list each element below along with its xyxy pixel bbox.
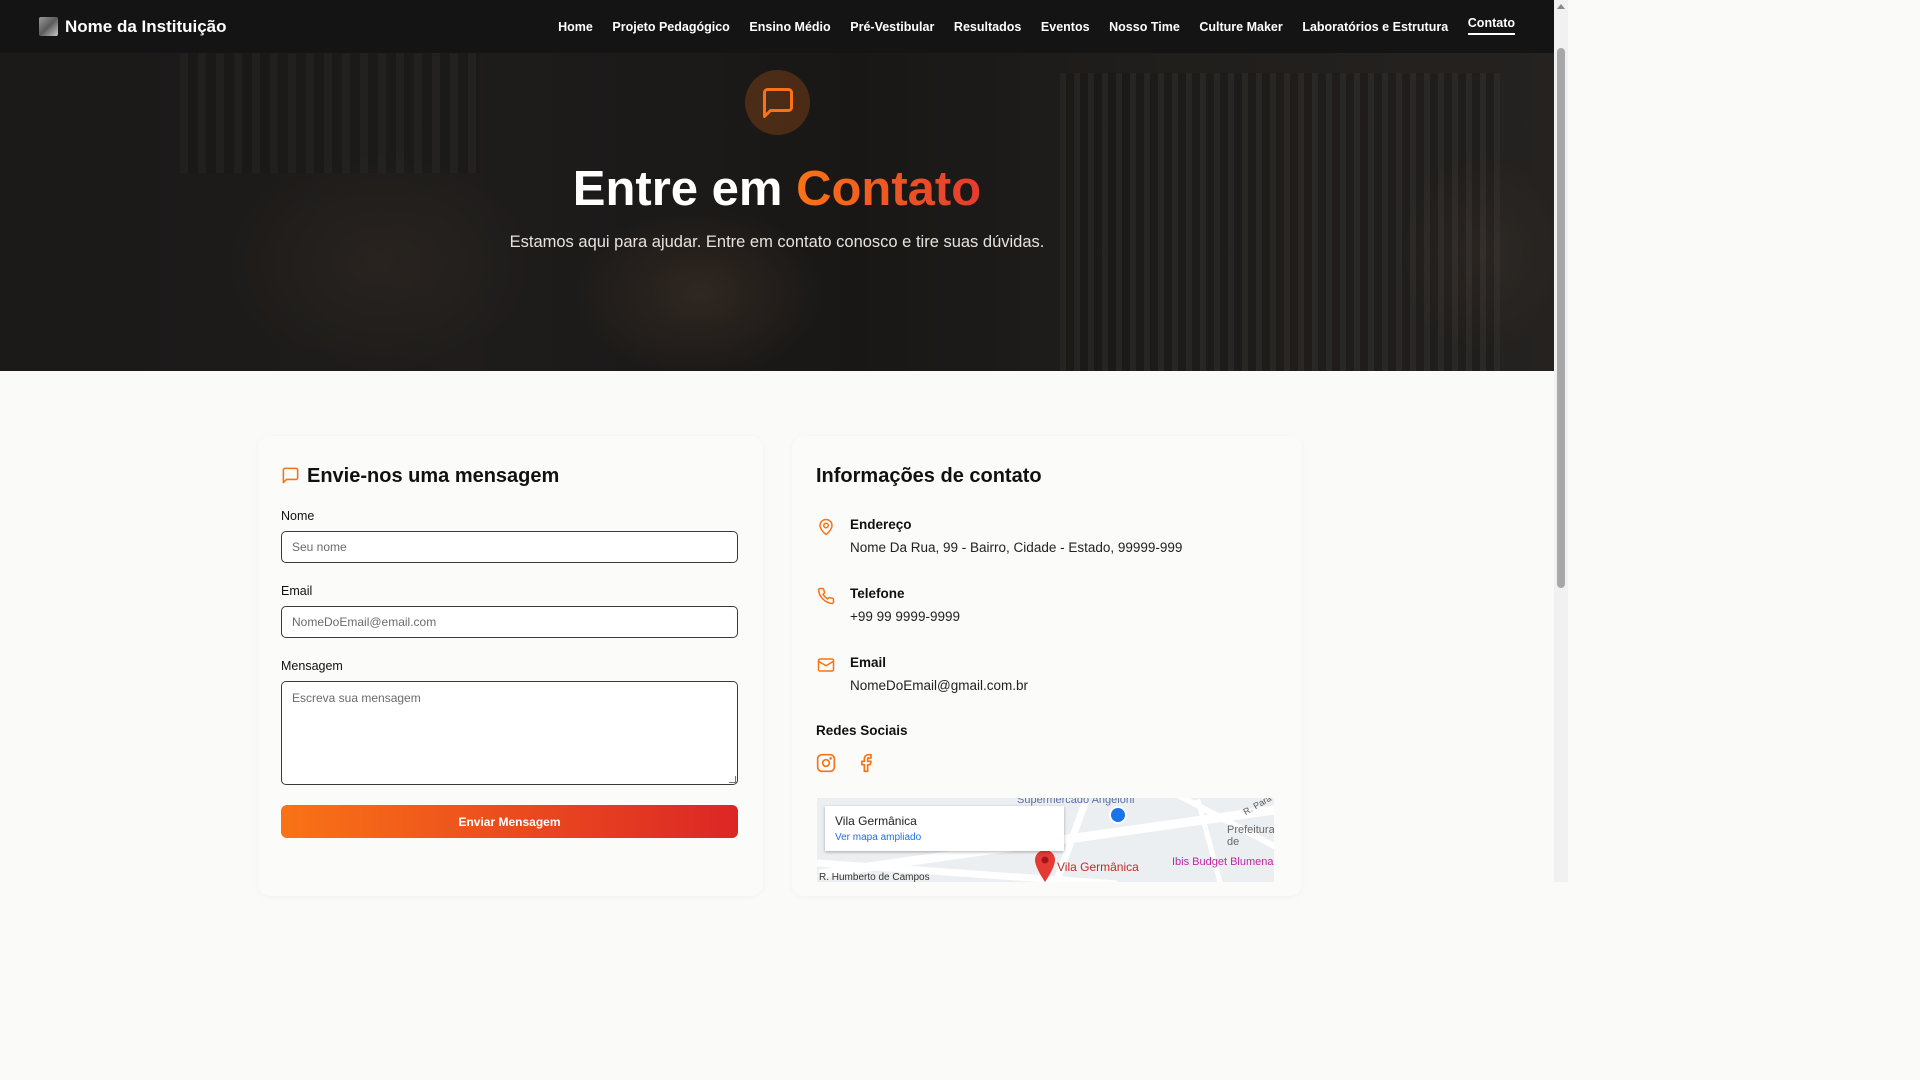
brand[interactable]: Nome da Instituição (39, 17, 227, 37)
hero-subtitle: Estamos aqui para ajudar. Entre em conta… (509, 233, 1045, 251)
nav-ensino-medio[interactable]: Ensino Médio (749, 20, 830, 34)
message-textarea[interactable] (281, 681, 738, 785)
map-place-title: Vila Germânica (835, 814, 917, 828)
map-pin-marker-icon (1035, 850, 1055, 882)
nav-nosso-time[interactable]: Nosso Time (1109, 20, 1180, 34)
embedded-map[interactable]: Supermercado Angeloni Prefeitura de Ibis… (817, 798, 1274, 882)
email-label: Email (281, 584, 313, 598)
name-label: Nome (281, 509, 315, 523)
nav-links: Home Projeto Pedagógico Ensino Médio Pré-Ve… (558, 16, 1515, 35)
textarea-resize-handle[interactable] (729, 776, 736, 783)
view-larger-map-link[interactable]: Ver mapa ampliado (835, 832, 1054, 843)
phone-value: +99 99 9999-9999 (850, 609, 960, 624)
instagram-icon[interactable] (816, 753, 836, 773)
email-info-value: NomeDoEmail@gmail.com.br (850, 678, 1028, 693)
map-label-hotel: Ibis Budget Blumena (1172, 856, 1274, 868)
name-input[interactable] (281, 531, 738, 563)
nav-laboratorios[interactable]: Laboratórios e Estrutura (1302, 20, 1448, 34)
nav-culture-maker[interactable]: Culture Maker (1199, 20, 1282, 34)
form-title: Envie-nos uma mensagem (307, 465, 560, 487)
nav-pre-vestibular[interactable]: Pré-Vestibular (850, 20, 934, 34)
nav-home[interactable]: Home (558, 20, 593, 34)
address-row: Endereço Nome Da Rua, 99 - Bairro, Cidad… (817, 517, 1182, 555)
scroll-up-arrow-icon[interactable] (1557, 4, 1565, 9)
facebook-icon[interactable] (856, 753, 876, 773)
brand-logo-icon (39, 17, 58, 36)
send-message-button[interactable]: Enviar Mensagem (281, 805, 738, 838)
address-value: Nome Da Rua, 99 - Bairro, Cidade - Estad… (850, 540, 1183, 555)
email-input[interactable] (281, 606, 738, 638)
phone-label: Telefone (850, 586, 905, 601)
shop-marker-icon (1109, 806, 1127, 824)
hero-icon-circle (745, 70, 810, 135)
nav-contato[interactable]: Contato (1467, 16, 1515, 35)
message-square-icon (762, 87, 793, 118)
map-pin-icon (819, 518, 833, 536)
message-label: Mensagem (281, 659, 343, 673)
social-title: Redes Sociais (816, 723, 908, 738)
message-square-icon (282, 467, 299, 484)
map-label-supermarket: Supermercado Angeloni (1017, 798, 1135, 806)
hero-section: Entre em Contato Estamos aqui para ajuda… (0, 53, 1554, 371)
phone-row: Telefone +99 99 9999-9999 (817, 586, 960, 624)
map-place-popup: Vila Germânica Ver mapa ampliado (825, 806, 1064, 851)
mail-icon (817, 658, 835, 672)
page-scrollbar[interactable] (1554, 0, 1568, 882)
address-label: Endereço (850, 517, 912, 532)
map-pin-label: Vila Germânica (1057, 860, 1139, 874)
hero-title-main: Entre em (572, 162, 783, 216)
email-row: Email NomeDoEmail@gmail.com.br (817, 655, 1028, 693)
brand-name: Nome da Instituição (65, 16, 227, 36)
scrollbar-thumb[interactable] (1557, 48, 1565, 588)
nav-resultados[interactable]: Resultados (954, 20, 1021, 34)
email-info-label: Email (850, 655, 887, 670)
hero-title: Entre em Contato (0, 161, 1554, 217)
nav-eventos[interactable]: Eventos (1041, 20, 1090, 34)
map-label-street: R. Humberto de Campos (819, 872, 930, 882)
nav-projeto-pedagogico[interactable]: Projeto Pedagógico (612, 20, 729, 34)
top-navbar: Nome da Instituição Home Projeto Pedagógi… (0, 0, 1554, 53)
contact-info-title: Informações de contato (816, 465, 1042, 487)
phone-icon (817, 587, 835, 605)
map-label-prefeitura: Prefeitura de (1227, 824, 1274, 848)
hero-title-accent: Contato (796, 162, 982, 216)
